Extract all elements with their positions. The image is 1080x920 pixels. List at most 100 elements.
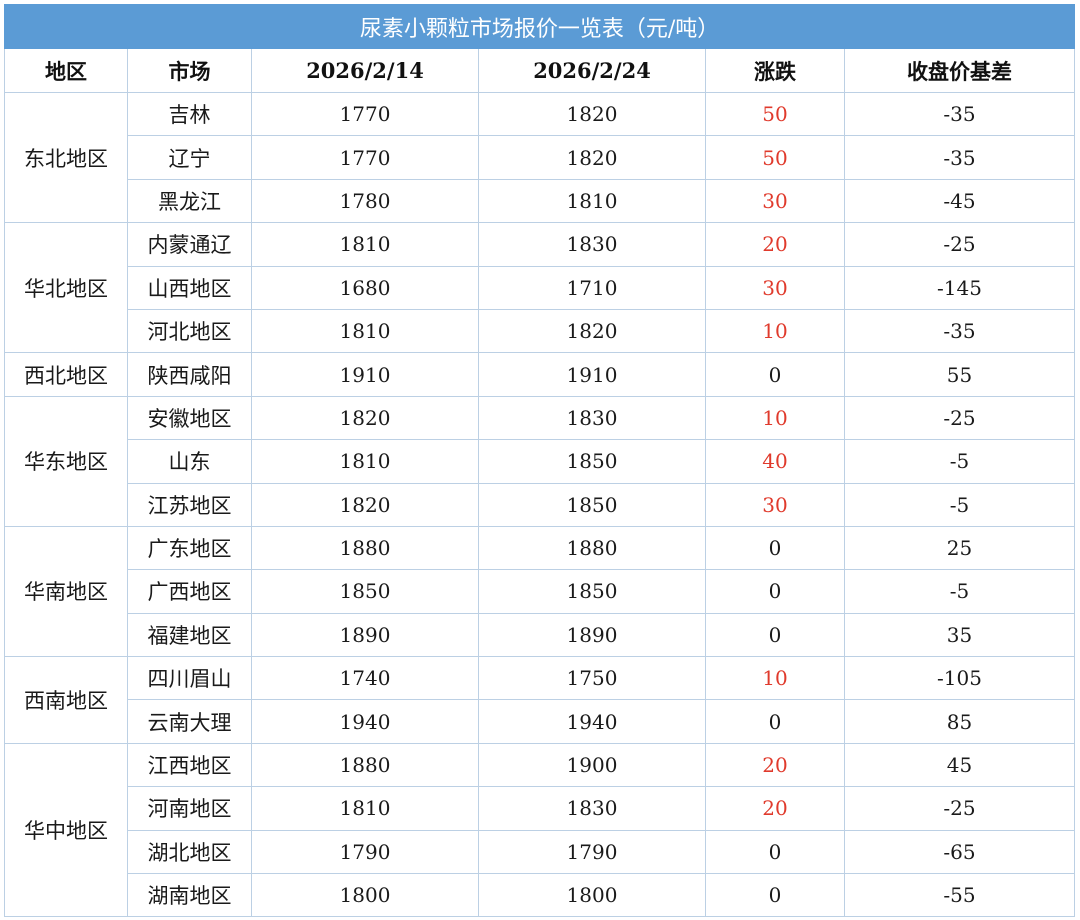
header-price-date-2: 2026/2/24	[478, 48, 706, 93]
region-cell: 华南地区	[4, 525, 128, 658]
change-cell: 10	[705, 308, 845, 354]
table-row: 西南地区 四川眉山 1740 1750 10 -105	[4, 656, 1076, 744]
table-row: 西北地区 陕西咸阳 1910 1910 0 55	[4, 352, 1076, 397]
region-cell: 西北地区	[4, 352, 128, 397]
price-date-2-cell: 1790	[478, 829, 706, 875]
price-date-1-cell: 1810	[251, 308, 479, 354]
table-row: 山西地区 1680 1710 30 -145	[5, 265, 1076, 310]
price-date-1-cell: 1940	[251, 699, 479, 744]
market-cell: 江西地区	[127, 742, 252, 788]
price-date-2-cell: 1850	[478, 439, 706, 484]
table-row: 华北地区 内蒙通辽 1810 1830 20 -25	[4, 222, 1076, 354]
header-region: 地区	[4, 48, 128, 93]
market-cell: 河南地区	[127, 786, 252, 831]
price-date-2-cell: 1750	[478, 656, 706, 701]
header-basis: 收盘价基差	[843, 48, 1076, 93]
price-date-2-cell: 1880	[478, 525, 706, 571]
price-date-2-cell: 1820	[478, 135, 706, 180]
basis-cell: -105	[843, 656, 1076, 701]
change-cell: 40	[705, 439, 845, 484]
price-date-2-cell: 1850	[478, 569, 706, 614]
basis-cell: -55	[843, 873, 1076, 918]
region-cell: 西南地区	[4, 656, 128, 744]
price-date-2-cell: 1830	[478, 395, 706, 441]
change-cell: 0	[705, 829, 845, 875]
header-change: 涨跌	[705, 48, 845, 93]
price-date-2-cell: 1910	[478, 352, 706, 397]
title-row: 尿素小颗粒市场报价一览表（元/吨）	[3, 4, 1076, 49]
market-cell: 云南大理	[127, 699, 252, 744]
market-cell: 广西地区	[127, 569, 252, 614]
table-row: 湖南地区 1800 1800 0 -55	[5, 873, 1076, 918]
basis-cell: -35	[843, 308, 1076, 354]
table-row: 华中地区 江西地区 1880 1900 20 45	[4, 742, 1076, 918]
price-date-1-cell: 1770	[251, 91, 479, 137]
price-date-1-cell: 1880	[251, 742, 479, 788]
table-row: 华东地区 安徽地区 1820 1830 10 -25	[4, 395, 1076, 527]
price-date-2-cell: 1710	[478, 265, 706, 310]
change-cell: 0	[705, 873, 845, 918]
basis-cell: -145	[843, 265, 1076, 310]
table-row: 广西地区 1850 1850 0 -5	[5, 569, 1076, 614]
price-date-1-cell: 1770	[251, 135, 479, 180]
market-cell: 安徽地区	[127, 395, 252, 441]
price-date-1-cell: 1880	[251, 525, 479, 571]
market-cell: 河北地区	[127, 308, 252, 354]
table-title: 尿素小颗粒市场报价一览表（元/吨）	[3, 4, 1076, 49]
table-row: 湖北地区 1790 1790 0 -65	[5, 829, 1076, 875]
market-cell: 山西地区	[127, 265, 252, 310]
region-cell: 东北地区	[4, 91, 128, 224]
market-cell: 四川眉山	[127, 656, 252, 701]
basis-cell: 85	[843, 699, 1076, 744]
region-cell: 华北地区	[4, 222, 128, 354]
market-cell: 辽宁	[127, 135, 252, 180]
change-cell: 20	[705, 222, 845, 267]
basis-cell: -25	[843, 786, 1076, 831]
change-cell: 0	[705, 525, 845, 571]
price-date-2-cell: 1850	[478, 482, 706, 527]
price-date-2-cell: 1820	[478, 91, 706, 137]
basis-cell: -35	[843, 135, 1076, 180]
table-row: 云南大理 1940 1940 0 85	[5, 699, 1076, 744]
basis-cell: -25	[843, 222, 1076, 267]
price-date-1-cell: 1850	[251, 569, 479, 614]
table-row: 福建地区 1890 1890 0 35	[5, 612, 1076, 658]
change-cell: 0	[705, 699, 845, 744]
price-date-1-cell: 1810	[251, 222, 479, 267]
price-date-1-cell: 1820	[251, 482, 479, 527]
change-cell: 0	[705, 569, 845, 614]
table-row: 辽宁 1770 1820 50 -35	[5, 135, 1076, 180]
change-cell: 0	[705, 612, 845, 658]
price-date-2-cell: 1830	[478, 222, 706, 267]
header-row: 地区 市场 2026/2/14 2026/2/24 涨跌 收盘价基差	[4, 48, 1076, 93]
basis-cell: -5	[843, 439, 1076, 484]
market-cell: 陕西咸阳	[127, 352, 252, 397]
region-cell: 华中地区	[4, 742, 128, 918]
price-date-2-cell: 1820	[478, 308, 706, 354]
price-date-1-cell: 1820	[251, 395, 479, 441]
price-date-1-cell: 1810	[251, 786, 479, 831]
market-cell: 江苏地区	[127, 482, 252, 527]
table-body: 东北地区 吉林 1770 1820 50 -35 辽宁 1770 1820 50 -35 黑龙江 178…	[4, 91, 1076, 918]
price-date-2-cell: 1890	[478, 612, 706, 658]
price-date-1-cell: 1800	[251, 873, 479, 918]
price-table: 尿素小颗粒市场报价一览表（元/吨） 地区 市场 2026/2/14 2026/2…	[3, 4, 1076, 918]
market-cell: 黑龙江	[127, 178, 252, 224]
table-row: 河南地区 1810 1830 20 -25	[5, 786, 1076, 831]
market-cell: 福建地区	[127, 612, 252, 658]
change-cell: 50	[705, 135, 845, 180]
change-cell: 30	[705, 482, 845, 527]
header-price-date-1: 2026/2/14	[251, 48, 479, 93]
basis-cell: -45	[843, 178, 1076, 224]
basis-cell: -5	[843, 482, 1076, 527]
region-cell: 华东地区	[4, 395, 128, 527]
price-date-2-cell: 1800	[478, 873, 706, 918]
basis-cell: -65	[843, 829, 1076, 875]
market-cell: 吉林	[127, 91, 252, 137]
table-row: 东北地区 吉林 1770 1820 50 -35	[4, 91, 1076, 224]
basis-cell: -35	[843, 91, 1076, 137]
price-date-2-cell: 1810	[478, 178, 706, 224]
market-cell: 广东地区	[127, 525, 252, 571]
table-row: 黑龙江 1780 1810 30 -45	[5, 178, 1076, 224]
market-cell: 湖北地区	[127, 829, 252, 875]
